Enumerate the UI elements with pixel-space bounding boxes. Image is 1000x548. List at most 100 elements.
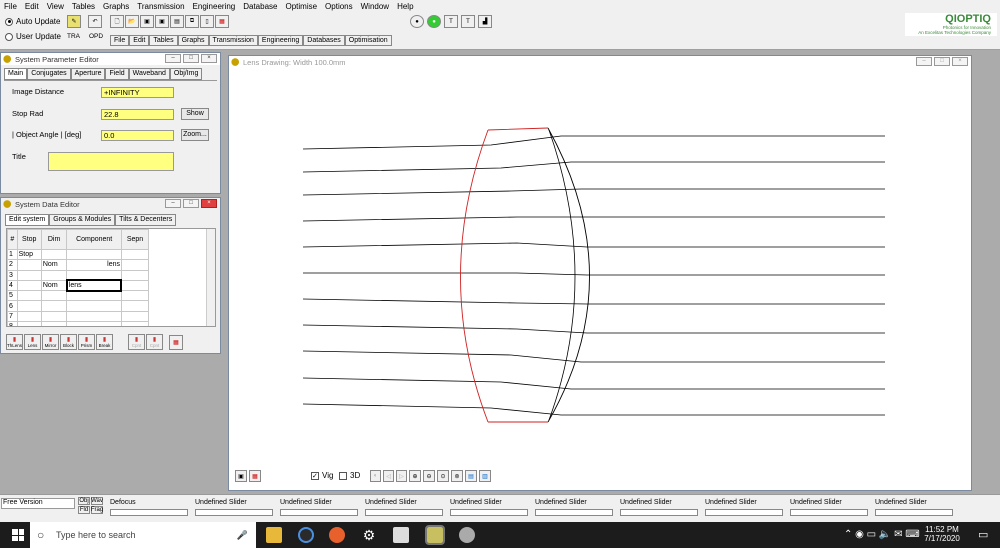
table-cell[interactable]: 7 xyxy=(7,310,18,323)
table-scrollbar[interactable] xyxy=(206,229,215,326)
vig-checkbox[interactable]: ✓ Vig xyxy=(311,471,333,480)
zoom-fit-icon[interactable]: ⊙ xyxy=(437,470,449,482)
save-icon[interactable]: ▣ xyxy=(140,15,154,28)
undefined-slider[interactable]: Undefined Slider xyxy=(365,499,445,517)
app-window-icon[interactable] xyxy=(393,527,409,543)
table-cell[interactable] xyxy=(66,310,122,323)
undefined-slider[interactable]: Undefined Slider xyxy=(790,499,870,517)
file-explorer-icon[interactable] xyxy=(266,527,282,543)
slider-track[interactable] xyxy=(195,509,273,516)
tra-button[interactable]: TRA xyxy=(67,33,80,40)
print-image-icon[interactable]: ▥ xyxy=(479,470,491,482)
optics-app-icon[interactable] xyxy=(425,525,445,545)
toolbar-tab[interactable]: Databases xyxy=(303,35,345,46)
spe-tab[interactable]: Obj/Img xyxy=(169,68,203,80)
table-cell[interactable] xyxy=(120,279,150,292)
minimize-icon[interactable]: – xyxy=(165,54,181,63)
table-cell[interactable] xyxy=(120,321,150,326)
table-cell[interactable]: Stop xyxy=(16,248,42,261)
clock[interactable]: 11:52 PM 7/17/2020 xyxy=(914,525,970,543)
tray-icons[interactable]: ⌃ ◉ ▭ 🔈 ✉ ⌨ xyxy=(844,529,920,540)
menu-item[interactable]: Tables xyxy=(68,0,99,13)
component-button[interactable]: ▮ Break xyxy=(96,334,113,350)
undefined-slider[interactable]: Undefined Slider xyxy=(195,499,275,517)
print-icon[interactable]: ▤ xyxy=(170,15,184,28)
toolbar-tab[interactable]: Engineering xyxy=(257,35,304,46)
slider-track[interactable] xyxy=(535,509,613,516)
table-cell[interactable]: 3 xyxy=(7,269,18,281)
save-as-icon[interactable]: ▣ xyxy=(155,15,169,28)
slider-track[interactable] xyxy=(875,509,953,516)
component-button[interactable]: ▮ Prism xyxy=(78,334,95,350)
undefined-slider[interactable]: Undefined Slider xyxy=(280,499,360,517)
table-cell[interactable] xyxy=(40,300,68,312)
report-icon[interactable]: ▦ xyxy=(169,335,183,350)
sde-tab[interactable]: Groups & Modules xyxy=(49,214,116,226)
toolbar-tab[interactable]: Graphs xyxy=(177,35,209,46)
firefox-icon[interactable] xyxy=(329,527,345,543)
zoom-button[interactable]: Zoom... xyxy=(181,129,209,141)
undo-icon[interactable]: ↶ xyxy=(88,15,102,28)
slider-track[interactable] xyxy=(280,509,358,516)
table-cell[interactable] xyxy=(40,290,68,302)
undefined-slider[interactable]: Undefined Slider xyxy=(875,499,955,517)
layout-icon[interactable]: ▣ xyxy=(235,470,247,482)
snip-tool-icon[interactable] xyxy=(459,527,475,543)
table-cell[interactable] xyxy=(66,269,122,281)
table-cell[interactable] xyxy=(40,248,68,261)
undefined-slider[interactable]: Undefined Slider xyxy=(450,499,530,517)
report-icon[interactable]: ▦ xyxy=(215,15,229,28)
menu-item[interactable]: Engineering xyxy=(189,0,240,13)
table-cell[interactable] xyxy=(16,300,42,312)
table-cell[interactable]: lens xyxy=(65,279,123,292)
maximize-icon[interactable]: □ xyxy=(183,54,199,63)
table-cell[interactable]: lens xyxy=(66,259,122,271)
column-header[interactable]: Dim xyxy=(40,229,68,250)
table-cell[interactable] xyxy=(40,310,68,323)
pan-icon[interactable]: ◐ xyxy=(370,470,381,482)
table-cell[interactable] xyxy=(40,321,68,326)
table-cell[interactable] xyxy=(120,300,150,312)
table-cell[interactable] xyxy=(40,269,68,281)
menu-item[interactable]: Graphs xyxy=(99,0,133,13)
menu-item[interactable]: Options xyxy=(321,0,357,13)
table-cell[interactable]: 8 xyxy=(7,321,18,326)
table-cell[interactable] xyxy=(120,248,150,261)
stop-circle-icon[interactable]: ● xyxy=(410,15,424,28)
copy-icon[interactable]: ⧉ xyxy=(185,15,199,28)
pan-left-icon[interactable]: ◁ xyxy=(383,470,394,482)
settings-gear-icon[interactable]: ⚙ xyxy=(361,527,377,543)
column-header[interactable]: # xyxy=(7,229,18,250)
steam-icon[interactable] xyxy=(298,527,314,543)
menu-item[interactable]: Window xyxy=(357,0,393,13)
spe-tab[interactable]: Conjugates xyxy=(27,68,71,80)
toolbar-tab[interactable]: Edit xyxy=(129,35,150,46)
menu-item[interactable]: Help xyxy=(393,0,417,13)
table-cell[interactable] xyxy=(120,259,150,271)
slider-track[interactable] xyxy=(110,509,188,516)
component-button[interactable]: ▮ Mirror xyxy=(42,334,59,350)
zoom-in-icon[interactable]: ⊕ xyxy=(409,470,421,482)
spe-tab[interactable]: Main xyxy=(4,68,28,80)
table-cell[interactable]: 5 xyxy=(7,290,18,302)
undefined-slider[interactable]: Undefined Slider xyxy=(620,499,700,517)
table-cell[interactable] xyxy=(120,290,150,302)
table-cell[interactable]: Nom xyxy=(40,279,68,292)
maximize-icon[interactable]: □ xyxy=(183,199,199,208)
table-cell[interactable] xyxy=(66,248,122,261)
new-file-icon[interactable]: 🗋 xyxy=(110,15,124,28)
column-header[interactable]: Component xyxy=(66,229,122,250)
minimize-icon[interactable]: – xyxy=(916,57,932,66)
pan-right-icon[interactable]: ▷ xyxy=(396,470,407,482)
obj-button[interactable]: Obj xyxy=(78,497,90,505)
component-button[interactable]: ▮ Cpnt xyxy=(128,334,145,350)
toolbar-tab[interactable]: Optimisation xyxy=(344,35,392,46)
table-cell[interactable] xyxy=(16,269,42,281)
spe-tab[interactable]: Waveband xyxy=(128,68,170,80)
opd-button[interactable]: OPD xyxy=(89,33,103,40)
table-cell[interactable]: 4 xyxy=(7,279,18,292)
table-cell[interactable] xyxy=(16,321,42,326)
undefined-slider[interactable]: Undefined Slider xyxy=(535,499,615,517)
column-header[interactable]: Sepn xyxy=(120,229,150,250)
close-icon[interactable]: × xyxy=(201,199,217,208)
